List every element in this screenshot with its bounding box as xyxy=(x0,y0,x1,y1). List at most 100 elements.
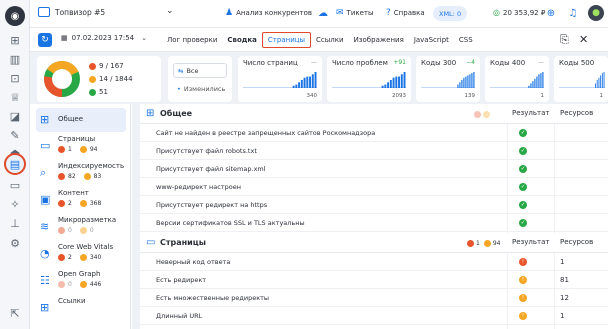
metric-title: Коды 500 xyxy=(559,59,595,67)
warning-dot-icon xyxy=(79,281,87,288)
rail-positions-icon[interactable]: ▥ xyxy=(7,51,23,67)
table-row[interactable]: www-редирект настроен ✓ xyxy=(140,179,608,196)
content-icon: ▣ xyxy=(40,193,51,206)
rail-export-icon[interactable]: ⇱ xyxy=(7,305,23,321)
balance[interactable]: ◎ 20 353,92 ₽ xyxy=(493,8,545,17)
sparkline-bar xyxy=(309,76,312,88)
nav-err-count: 0 xyxy=(68,227,72,234)
warning-dot-icon xyxy=(79,200,87,207)
audit-toolbar: ↻ ▦ 07.02.2023 17:54 ⌄ Лог проверки Свод… xyxy=(30,28,608,52)
rail-tools-icon[interactable]: ✎ xyxy=(7,127,23,143)
table-row[interactable]: Есть редирект! 81 xyxy=(140,272,608,289)
sparkline-bar xyxy=(398,76,401,88)
rail-chart-icon[interactable]: ◪ xyxy=(7,108,23,124)
cloud-upload-icon[interactable]: ☁ xyxy=(316,6,330,20)
table-row[interactable]: Сайт не найден в реестре запрещенных сай… xyxy=(140,125,608,142)
add-icon[interactable]: ⊕ xyxy=(544,6,558,20)
filter-changed[interactable]: • Изменились xyxy=(173,81,227,96)
page-icon: ▭ xyxy=(146,237,156,248)
rail-sitemap-icon[interactable]: ⊥ xyxy=(7,215,23,231)
tickets-link[interactable]: ✉ Тикеты xyxy=(336,8,374,18)
checks-table: ⊞ Общее Результат Ресурсов Сайт не найде… xyxy=(140,104,608,329)
nav-item-core-web-vitals[interactable]: ◔ Core Web Vitals 2 340 xyxy=(36,242,126,266)
help-link[interactable]: ? Справка xyxy=(386,8,425,18)
table-row[interactable]: Длинный URL! 1 xyxy=(140,308,608,325)
table-row[interactable]: Присутствует редирект на https ✓ xyxy=(140,197,608,214)
table-row[interactable]: Версии сертификатов SSL и TLS актуальны ✓ xyxy=(140,215,608,232)
check-label: www-редирект настроен xyxy=(156,183,241,191)
table-row[interactable]: Присутствует файл robots.txt ✓ xyxy=(140,143,608,160)
project-selector[interactable]: Топвизор #5 ⌄ xyxy=(38,6,174,17)
tab-links[interactable]: Ссылки xyxy=(311,32,349,48)
sparkline-bar xyxy=(603,72,605,88)
sparkline-bar xyxy=(601,73,603,88)
section-header-general[interactable]: ⊞ Общее Результат Ресурсов xyxy=(140,104,608,124)
project-name: Топвизор #5 xyxy=(55,7,106,17)
metric-card-codes-500[interactable]: Коды 500 1 xyxy=(554,56,608,102)
bell-icon[interactable]: ♫ xyxy=(566,6,580,20)
nav-item-label: Core Web Vitals xyxy=(58,243,114,251)
nav-item-open-graph[interactable]: ☷ Open Graph 0 446 xyxy=(36,269,126,293)
check-warning-icon: ! xyxy=(519,276,527,284)
rail-analytics-icon[interactable]: ⊡ xyxy=(7,70,23,86)
table-row[interactable]: Присутствует файл sitemap.xml ✓ xyxy=(140,161,608,178)
table-row[interactable]: Есть множественные редиректы! 12 xyxy=(140,290,608,307)
rail-audit-icon[interactable]: ▤ xyxy=(4,153,26,175)
check-ok-icon: ✓ xyxy=(519,183,527,191)
nav-err-count: 0 xyxy=(68,281,72,288)
sparkline-bar xyxy=(295,84,298,88)
gauge-icon: ◔ xyxy=(40,247,50,260)
check-label: Сайт не найден в реестре запрещенных сай… xyxy=(156,129,376,137)
app-logo[interactable]: ◉ xyxy=(5,6,25,26)
nav-item-general[interactable]: ⊞ Общее xyxy=(36,108,126,132)
table-row[interactable]: Неверный код ответа! 1 xyxy=(140,254,608,271)
metric-card-codes-300[interactable]: Коды 300 −4 139 xyxy=(416,56,480,102)
rail-satellite-icon[interactable]: ✧ xyxy=(7,196,23,212)
nav-warn-count: 340 xyxy=(89,254,102,261)
sparkline-bar xyxy=(392,77,395,88)
section-header-pages[interactable]: ▭ Страницы 1 94 Результат Ресурсов xyxy=(140,233,608,253)
rail-settings-icon[interactable]: ⚙ xyxy=(7,235,23,251)
export-doc-icon[interactable]: ⎘ xyxy=(560,33,569,47)
metric-card-problems[interactable]: Число проблем +91 2093 xyxy=(327,56,411,102)
tab-css[interactable]: CSS xyxy=(454,32,478,48)
nav-item-pages[interactable]: ▭ Страницы 1 94 xyxy=(36,134,126,158)
metric-card-codes-400[interactable]: Коды 400 — 1 xyxy=(485,56,549,102)
nav-item-content[interactable]: ▣ Контент 2 368 xyxy=(36,188,126,212)
tab-javascript[interactable]: JavaScript xyxy=(409,32,454,48)
rail-monitor-icon[interactable]: ▭ xyxy=(7,177,23,193)
sparkline-bar xyxy=(389,80,392,88)
sparkline-bar xyxy=(292,85,295,88)
competitors-link[interactable]: ♟ Анализ конкурентов xyxy=(225,8,312,18)
rail-dashboard-icon[interactable]: ⊞ xyxy=(7,32,23,48)
competitors-label: Анализ конкурентов xyxy=(236,9,312,17)
tab-images[interactable]: Изображения xyxy=(349,32,409,48)
check-resources-count: 1 xyxy=(560,258,565,266)
stat-ok: 51 xyxy=(89,88,108,96)
filter-all[interactable]: ⇆ Все xyxy=(173,63,227,78)
check-ok-icon: ✓ xyxy=(519,165,527,173)
date-selector[interactable]: ▦ 07.02.2023 17:54 ⌄ xyxy=(61,34,147,42)
tab-pages[interactable]: Страницы xyxy=(261,32,312,48)
nav-item-links[interactable]: ⊞ Ссылки xyxy=(36,296,126,320)
sparkline-bar xyxy=(384,84,387,88)
sparkline-bar xyxy=(395,76,398,88)
warning-dot-icon xyxy=(483,111,490,118)
check-resources-count: 81 xyxy=(560,276,569,284)
refresh-button[interactable]: ↻ xyxy=(38,33,52,47)
avatar[interactable]: ● xyxy=(588,5,604,21)
error-dot-icon xyxy=(58,200,65,207)
section-title: Общее xyxy=(160,109,193,118)
rail-trophy-icon[interactable]: ♕ xyxy=(7,89,23,105)
warning-dot-icon xyxy=(79,146,87,153)
settings-tools-icon[interactable]: ✕ xyxy=(579,33,588,46)
chevron-down-icon: ⌄ xyxy=(166,6,174,16)
nav-item-indexability[interactable]: ⌕ Индексируемость 82 83 xyxy=(36,161,126,185)
section-badges xyxy=(474,111,490,118)
xml-limit-badge[interactable]: XML: 0 xyxy=(433,6,468,21)
tab-summary[interactable]: Сводка xyxy=(222,32,262,48)
tab-log[interactable]: Лог проверки xyxy=(162,32,222,48)
error-dot-icon xyxy=(58,146,65,153)
nav-item-markup[interactable]: ≋ Микроразметка 00 xyxy=(36,215,126,239)
metric-card-pages[interactable]: Число страниц — 340 xyxy=(238,56,322,102)
